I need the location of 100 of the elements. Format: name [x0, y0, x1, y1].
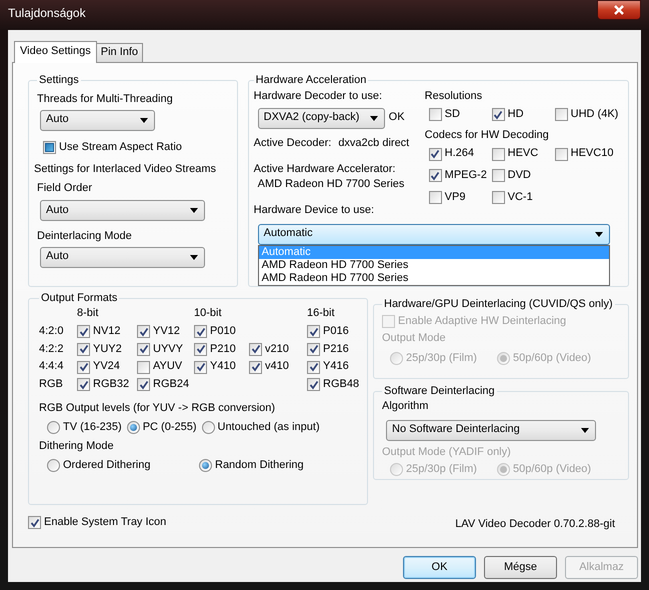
dropdown[interactable]: Auto — [40, 200, 205, 221]
checkbox[interactable] — [492, 191, 505, 204]
checkbox[interactable] — [194, 342, 207, 356]
checkbox[interactable] — [194, 325, 207, 338]
radio-button[interactable] — [497, 462, 510, 476]
dialog-button[interactable]: Mégse — [484, 556, 557, 579]
row-label: 4:2:2 — [39, 342, 64, 356]
group-title: Output Formats — [40, 291, 118, 305]
checkbox[interactable] — [554, 148, 568, 161]
checkbox-label: HEVC — [508, 147, 538, 161]
checkbox-label: YV24 — [93, 360, 120, 374]
dropdown-option[interactable]: AMD Radeon HD 7700 Series — [258, 258, 609, 272]
checkbox[interactable] — [43, 141, 56, 154]
label: Settings for Interlaced Video Streams — [34, 162, 218, 176]
checkbox[interactable] — [28, 516, 41, 530]
dropdown-option[interactable]: AMD Radeon HD 7700 Series — [258, 272, 609, 285]
radio-button[interactable] — [390, 462, 403, 476]
label: Threads for Multi-Threading — [37, 93, 174, 107]
checkbox[interactable] — [194, 360, 207, 374]
checkbox-label: SD — [444, 108, 460, 122]
checkbox[interactable] — [428, 108, 442, 122]
label: Codecs for HW Decoding — [424, 128, 550, 142]
checkbox-label: H.264 — [444, 147, 474, 161]
checkbox-label: MPEG-2 — [444, 169, 487, 183]
radio-label: 50p/60p (Video) — [513, 352, 592, 366]
checkbox[interactable] — [137, 325, 150, 338]
close-button[interactable] — [597, 0, 641, 20]
group-title: Hardware/GPU Deinterlacing (CUVID/QS only) — [383, 297, 614, 311]
checkbox[interactable] — [307, 325, 320, 338]
checkbox[interactable] — [77, 342, 90, 356]
tab[interactable]: Video Settings — [14, 41, 97, 63]
checkbox[interactable] — [554, 108, 568, 122]
checkbox-label: UYVY — [153, 342, 183, 356]
dropdown[interactable]: DXVA2 (copy-back) — [258, 108, 385, 129]
row-label: 4:2:0 — [39, 324, 64, 338]
checkbox[interactable] — [492, 148, 505, 161]
status-text: OK — [388, 111, 405, 126]
checkbox[interactable] — [137, 342, 150, 356]
caret-icon — [190, 254, 198, 260]
checkbox-label: Use Stream Aspect Ratio — [59, 140, 182, 154]
checkbox[interactable] — [428, 191, 442, 204]
checkbox[interactable] — [428, 169, 442, 182]
value-text: AMD Radeon HD 7700 Series — [258, 178, 406, 192]
checkbox-label: UHD (4K) — [570, 108, 618, 122]
radio-button[interactable] — [126, 420, 140, 434]
checkbox-label: P216 — [323, 342, 349, 356]
radio-label: 50p/60p (Video) — [513, 462, 592, 476]
checkbox[interactable] — [492, 108, 505, 122]
dropdown[interactable]: Automatic — [258, 224, 610, 245]
window-title: Tulajdonságok — [8, 6, 86, 20]
checkbox-label: Y410 — [210, 360, 236, 374]
checkbox[interactable] — [492, 169, 505, 182]
group-title: Software Deinterlacing — [383, 384, 496, 398]
checkbox[interactable] — [137, 360, 150, 374]
checkbox-label: NV12 — [93, 324, 121, 338]
checkbox[interactable] — [249, 342, 262, 356]
checkbox[interactable] — [77, 325, 90, 338]
caret-icon — [370, 116, 378, 121]
radio-button[interactable] — [199, 459, 212, 472]
dropdown[interactable]: No Software Deinterlacing — [386, 420, 596, 441]
tab[interactable]: Pin Info — [96, 43, 144, 62]
checkbox-label: RGB32 — [93, 378, 130, 392]
checkbox-label: P010 — [210, 324, 236, 338]
checkbox-label: HEVC10 — [570, 147, 614, 161]
checkbox-label: v410 — [265, 360, 289, 374]
radio-label: Random Dithering — [215, 459, 304, 473]
row-label: RGB — [39, 378, 64, 392]
close-icon — [613, 5, 625, 15]
dropdown[interactable]: Auto — [40, 110, 155, 131]
radio-label: Untouched (as input) — [218, 420, 320, 434]
value-text: dxva2cb direct — [338, 136, 410, 150]
label: Hardware Decoder to use: — [254, 90, 384, 104]
checkbox-label: VP9 — [444, 190, 466, 204]
checkbox[interactable] — [307, 342, 320, 356]
checkbox-label: AYUV — [153, 360, 182, 374]
radio-button[interactable] — [47, 420, 60, 434]
checkbox[interactable] — [77, 378, 90, 392]
dialog-button[interactable]: OK — [403, 556, 476, 579]
column-header: 8-bit — [77, 307, 100, 321]
checkbox[interactable] — [307, 360, 320, 374]
label: RGB Output levels (for YUV -> RGB conversion) — [39, 402, 276, 416]
checkbox[interactable] — [249, 360, 262, 374]
caret-icon — [581, 428, 589, 433]
group-title: Hardware Acceleration — [254, 73, 368, 87]
checkbox[interactable] — [137, 378, 150, 392]
dropdown[interactable]: Auto — [40, 246, 205, 268]
radio-button[interactable] — [47, 459, 60, 472]
checkbox-label: DVD — [508, 169, 531, 183]
label: Output Mode (YADIF only) — [382, 446, 512, 460]
checkbox-label: RGB48 — [323, 378, 360, 392]
label: Output Mode — [382, 332, 447, 346]
group-title: Settings — [38, 73, 80, 87]
radio-button[interactable] — [202, 420, 214, 434]
label: Hardware Device to use: — [254, 204, 374, 218]
checkbox[interactable] — [428, 148, 442, 161]
checkbox[interactable] — [77, 360, 90, 374]
row-label: 4:4:4 — [39, 360, 64, 374]
label: Dithering Mode — [39, 440, 115, 454]
checkbox[interactable] — [307, 378, 320, 392]
label: Field Order — [37, 182, 94, 196]
